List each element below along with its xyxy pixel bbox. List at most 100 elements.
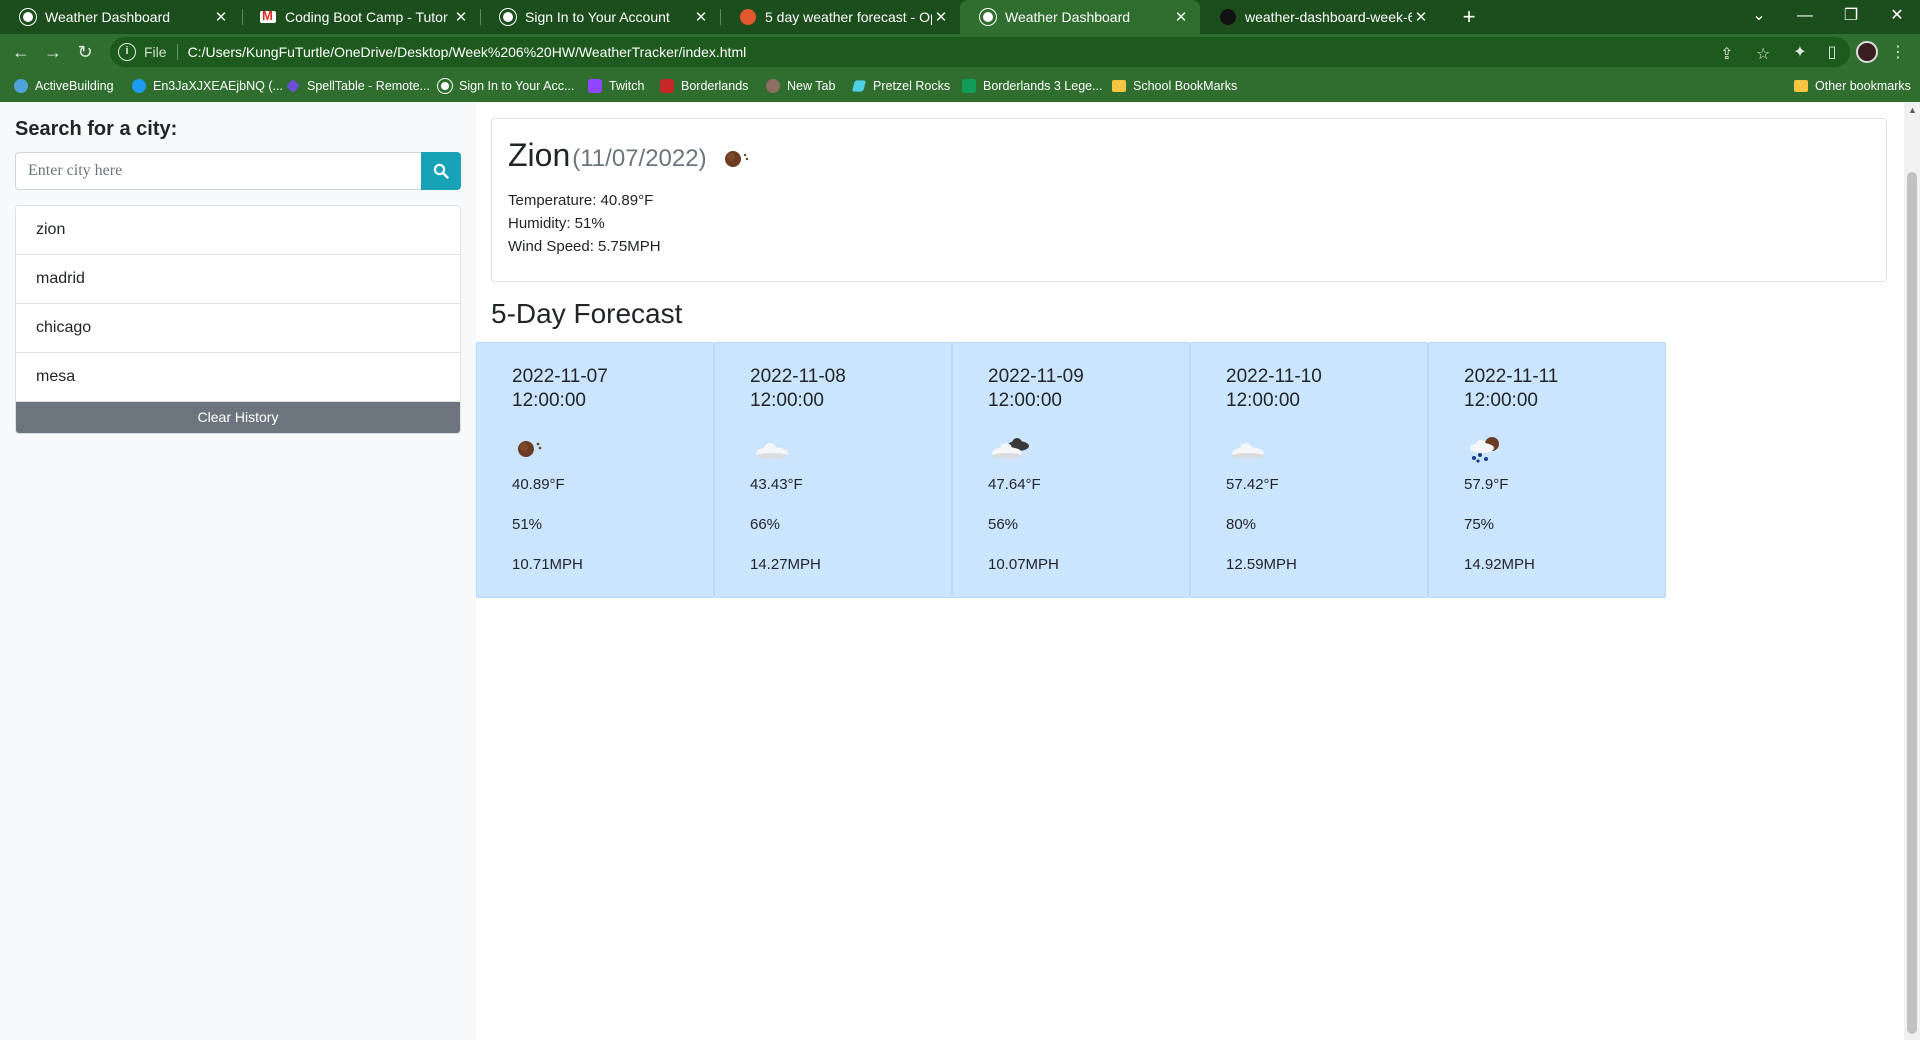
- back-icon[interactable]: ←: [8, 39, 34, 65]
- forecast-card: 2022-11-07 12:00:00 40.89°F 51% 10.71MPH: [476, 342, 714, 598]
- cloud-icon: [1226, 431, 1392, 465]
- close-icon[interactable]: ✕: [1412, 8, 1430, 26]
- address-bar[interactable]: i File C:/Users/KungFuTurtle/OneDrive/De…: [110, 37, 1850, 67]
- bookmark-label: New Tab: [787, 79, 836, 93]
- forecast-humidity: 66%: [750, 516, 781, 533]
- history-item-mesa[interactable]: mesa: [16, 353, 460, 402]
- history-item-chicago[interactable]: chicago: [16, 304, 460, 353]
- forecast-wind: 12.59MPH: [1226, 556, 1297, 573]
- tab-search-icon[interactable]: ⌄: [1736, 0, 1782, 34]
- extensions-icon[interactable]: ✦: [1790, 42, 1810, 62]
- current-date: (11/07/2022): [572, 145, 707, 172]
- side-panel-icon[interactable]: ▯: [1822, 42, 1842, 62]
- tab-title: Coding Boot Camp - Tutor Sessic: [285, 9, 452, 25]
- city-search-input[interactable]: [15, 152, 421, 190]
- forecast-wind: 14.92MPH: [1464, 556, 1535, 573]
- new-tab-button[interactable]: +: [1455, 3, 1483, 31]
- profile-avatar[interactable]: [1856, 41, 1878, 63]
- close-icon[interactable]: ✕: [452, 8, 470, 26]
- github-icon: [1220, 9, 1236, 25]
- bookmark-borderlands-3[interactable]: Borderlands 3 Lege...: [962, 70, 1103, 102]
- forecast-temperature: 40.89°F: [512, 476, 565, 493]
- close-icon[interactable]: ✕: [692, 8, 710, 26]
- tab-coding-boot-camp[interactable]: Coding Boot Camp - Tutor Sessic ✕: [240, 0, 480, 34]
- forecast-heading: 5-Day Forecast: [491, 298, 683, 329]
- scrollbar-thumb[interactable]: [1907, 172, 1917, 1034]
- restore-button[interactable]: ❐: [1828, 0, 1874, 34]
- twitch-icon: [588, 79, 602, 93]
- activebuilding-icon: [14, 79, 28, 93]
- bookmarks-bar: ActiveBuilding En3JaXJXEAEjbNQ (... Spel…: [0, 70, 1920, 102]
- other-bookmarks-label: Other bookmarks: [1815, 79, 1911, 93]
- borderlands-icon: [660, 79, 674, 93]
- forecast-wind: 10.07MPH: [988, 556, 1059, 573]
- bookmark-twitch[interactable]: Twitch: [588, 70, 644, 102]
- tab-weather-dashboard-active[interactable]: Weather Dashboard ✕: [960, 0, 1200, 34]
- close-icon[interactable]: ✕: [932, 8, 950, 26]
- gmail-icon: [260, 8, 276, 23]
- forecast-temperature: 47.64°F: [988, 476, 1041, 493]
- tab-title: Sign In to Your Account: [525, 9, 670, 25]
- bookmark-twitter-image[interactable]: En3JaXJXEAEjbNQ (...: [132, 70, 283, 102]
- tab-strip: Weather Dashboard ✕ Coding Boot Camp - T…: [0, 0, 1920, 34]
- scroll-up-icon[interactable]: ▲: [1908, 105, 1917, 115]
- clear-history-button[interactable]: Clear History: [16, 402, 460, 433]
- cloud-icon: [750, 431, 916, 465]
- bookmark-borderlands[interactable]: Borderlands: [660, 70, 748, 102]
- forward-icon[interactable]: →: [40, 39, 66, 65]
- bookmark-activebuilding[interactable]: ActiveBuilding: [14, 70, 114, 102]
- menu-icon[interactable]: ⋮: [1888, 42, 1908, 62]
- forecast-humidity: 56%: [988, 516, 1019, 533]
- url-text[interactable]: C:/Users/KungFuTurtle/OneDrive/Desktop/W…: [188, 44, 747, 60]
- night-clear-icon: [724, 150, 748, 167]
- bookmark-label: Borderlands 3 Lege...: [983, 79, 1103, 93]
- bookmark-spelltable[interactable]: SpellTable - Remote...: [286, 70, 430, 102]
- sidebar: Search for a city: zion madrid chicago m…: [0, 102, 476, 1040]
- current-wind-speed: Wind Speed: 5.75MPH: [508, 238, 661, 255]
- forecast-card: 2022-11-10 12:00:00 57.42°F 80% 12.59MPH: [1190, 342, 1428, 598]
- bookmark-new-tab[interactable]: New Tab: [766, 70, 835, 102]
- share-icon[interactable]: ⇪: [1720, 44, 1733, 64]
- tab-weather-dashboard-1[interactable]: Weather Dashboard ✕: [0, 0, 240, 34]
- globe-icon: [980, 9, 996, 25]
- tab-title: Weather Dashboard: [45, 9, 171, 25]
- current-temperature: Temperature: 40.89°F: [508, 192, 654, 209]
- folder-icon: [1794, 80, 1808, 92]
- tab-title: weather-dashboard-week-6/scrip: [1245, 9, 1412, 25]
- bookmark-pretzel-rocks[interactable]: Pretzel Rocks: [851, 70, 951, 102]
- reload-icon[interactable]: ↻: [72, 39, 98, 65]
- bookmark-sign-in[interactable]: Sign In to Your Acc...: [438, 70, 574, 102]
- tab-openweather[interactable]: 5 day weather forecast - OpenW ✕: [720, 0, 960, 34]
- close-window-button[interactable]: ✕: [1874, 0, 1920, 34]
- close-icon[interactable]: ✕: [212, 8, 230, 26]
- bookmark-star-icon[interactable]: ☆: [1756, 44, 1770, 64]
- globe-icon: [20, 9, 36, 25]
- close-icon[interactable]: ✕: [1172, 8, 1190, 26]
- bookmark-label: ActiveBuilding: [35, 79, 114, 93]
- forecast-date: 2022-11-07 12:00:00: [512, 366, 608, 411]
- site-info-icon[interactable]: i: [118, 43, 136, 61]
- page-scrollbar[interactable]: ▲: [1904, 102, 1920, 1040]
- history-item-madrid[interactable]: madrid: [16, 255, 460, 304]
- minimize-button[interactable]: —: [1782, 0, 1828, 34]
- search-button[interactable]: [421, 152, 461, 190]
- search-form: [15, 152, 461, 190]
- forecast-wind: 10.71MPH: [512, 556, 583, 573]
- search-icon: [433, 163, 449, 179]
- rain-night-icon: [1464, 431, 1630, 465]
- history-item-zion[interactable]: zion: [16, 206, 460, 255]
- folder-icon: [1112, 80, 1126, 92]
- forecast-date: 2022-11-08 12:00:00: [750, 366, 846, 411]
- forecast-date: 2022-11-09 12:00:00: [988, 366, 1084, 411]
- main-content: Zion (11/07/2022) Temperature: 40.89°F H…: [476, 102, 1904, 1040]
- forecast-temperature: 57.9°F: [1464, 476, 1509, 493]
- openweather-icon: [740, 9, 756, 25]
- bookmark-label: Pretzel Rocks: [873, 79, 951, 93]
- tab-github[interactable]: weather-dashboard-week-6/scrip ✕: [1200, 0, 1440, 34]
- tab-sign-in[interactable]: Sign In to Your Account ✕: [480, 0, 720, 34]
- other-bookmarks[interactable]: Other bookmarks: [1794, 70, 1911, 102]
- forecast-card: 2022-11-11 12:00:00 57.9°F 75% 14.92MPH: [1428, 342, 1666, 598]
- weather-dashboard-page: Search for a city: zion madrid chicago m…: [0, 102, 1920, 1040]
- bookmark-school-folder[interactable]: School BookMarks: [1112, 70, 1237, 102]
- forecast-humidity: 80%: [1226, 516, 1257, 533]
